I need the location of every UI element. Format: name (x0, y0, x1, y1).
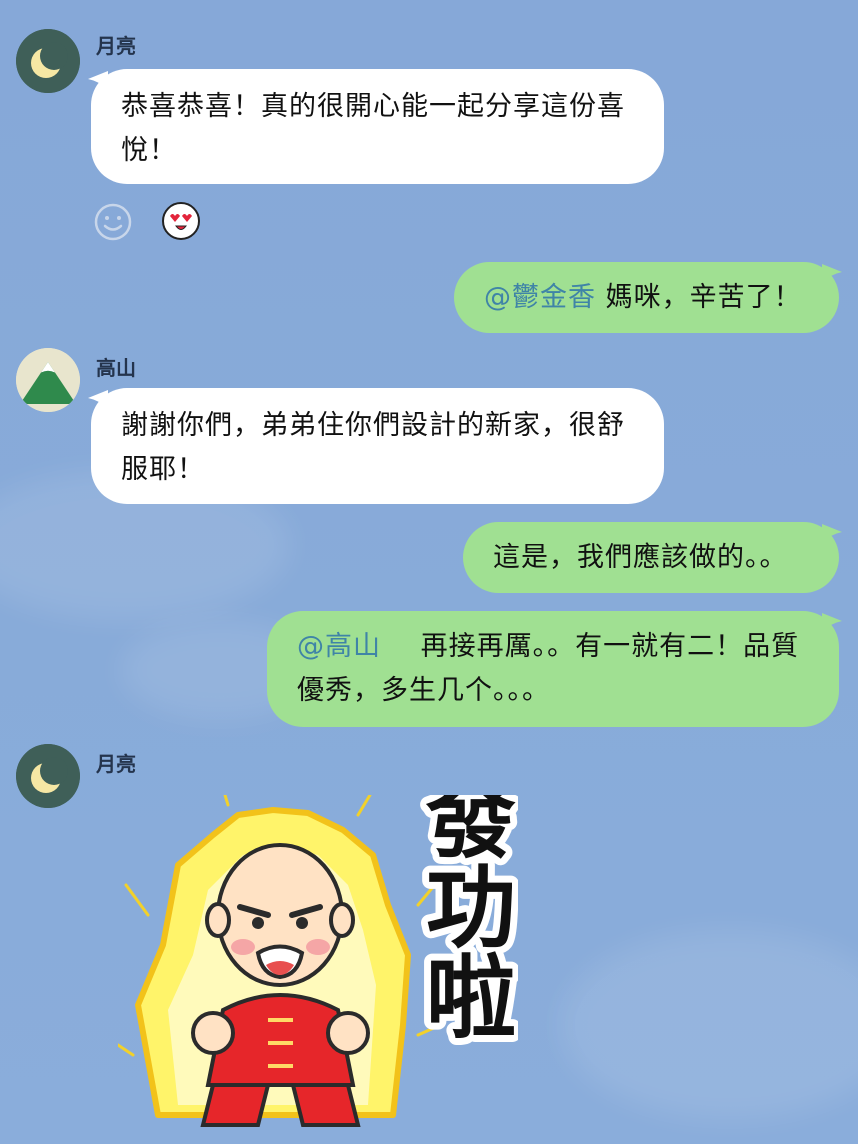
moon-icon (16, 744, 80, 808)
heart-eyes-reaction-icon[interactable] (161, 201, 201, 241)
avatar-moon[interactable] (16, 744, 80, 808)
bubble-tail (822, 264, 842, 282)
message-text: 恭喜恭喜！真的很開心能一起分享這份喜悅！ (121, 91, 625, 166)
message-bubble[interactable]: 謝謝你們，弟弟住你們設計的新家，很舒服耶！ (91, 388, 664, 504)
message-bubble[interactable]: 這是，我們應該做的。。 (463, 522, 839, 593)
sender-name: 月亮 (96, 34, 136, 58)
mention-tag[interactable]: @鬱金香 (484, 282, 596, 313)
sender-name: 月亮 (96, 752, 136, 776)
avatar-mountain[interactable] (16, 348, 80, 412)
avatar-moon[interactable] (16, 29, 80, 93)
message-bubble[interactable]: 恭喜恭喜！真的很開心能一起分享這份喜悅！ (91, 69, 664, 184)
sticker-power-up[interactable]: 發功啦 發功啦 (116, 763, 524, 1135)
message-bubble[interactable]: @鬱金香 媽咪，辛苦了！ (454, 262, 839, 333)
message-bubble[interactable]: @高山 再接再厲。。有一就有二！品質優秀，多生几个。。。 (267, 611, 839, 727)
mention-tag[interactable]: @高山 (297, 631, 381, 662)
moon-icon (16, 29, 80, 93)
message-text: 這是，我們應該做的。。 (493, 542, 788, 573)
background-cloud (560, 930, 858, 1120)
bubble-tail (822, 613, 842, 631)
sender-name: 高山 (96, 356, 136, 380)
mountain-icon (16, 348, 80, 412)
bubble-tail (822, 524, 842, 542)
message-text: 謝謝你們，弟弟住你們設計的新家，很舒服耶！ (121, 410, 625, 485)
smile-reaction-icon[interactable] (93, 202, 133, 242)
bald-monk-sticker-icon: 發功啦 發功啦 (116, 763, 524, 1127)
message-text: 媽咪，辛苦了！ (605, 282, 802, 313)
svg-text:發功啦: 發功啦 (410, 795, 517, 1040)
